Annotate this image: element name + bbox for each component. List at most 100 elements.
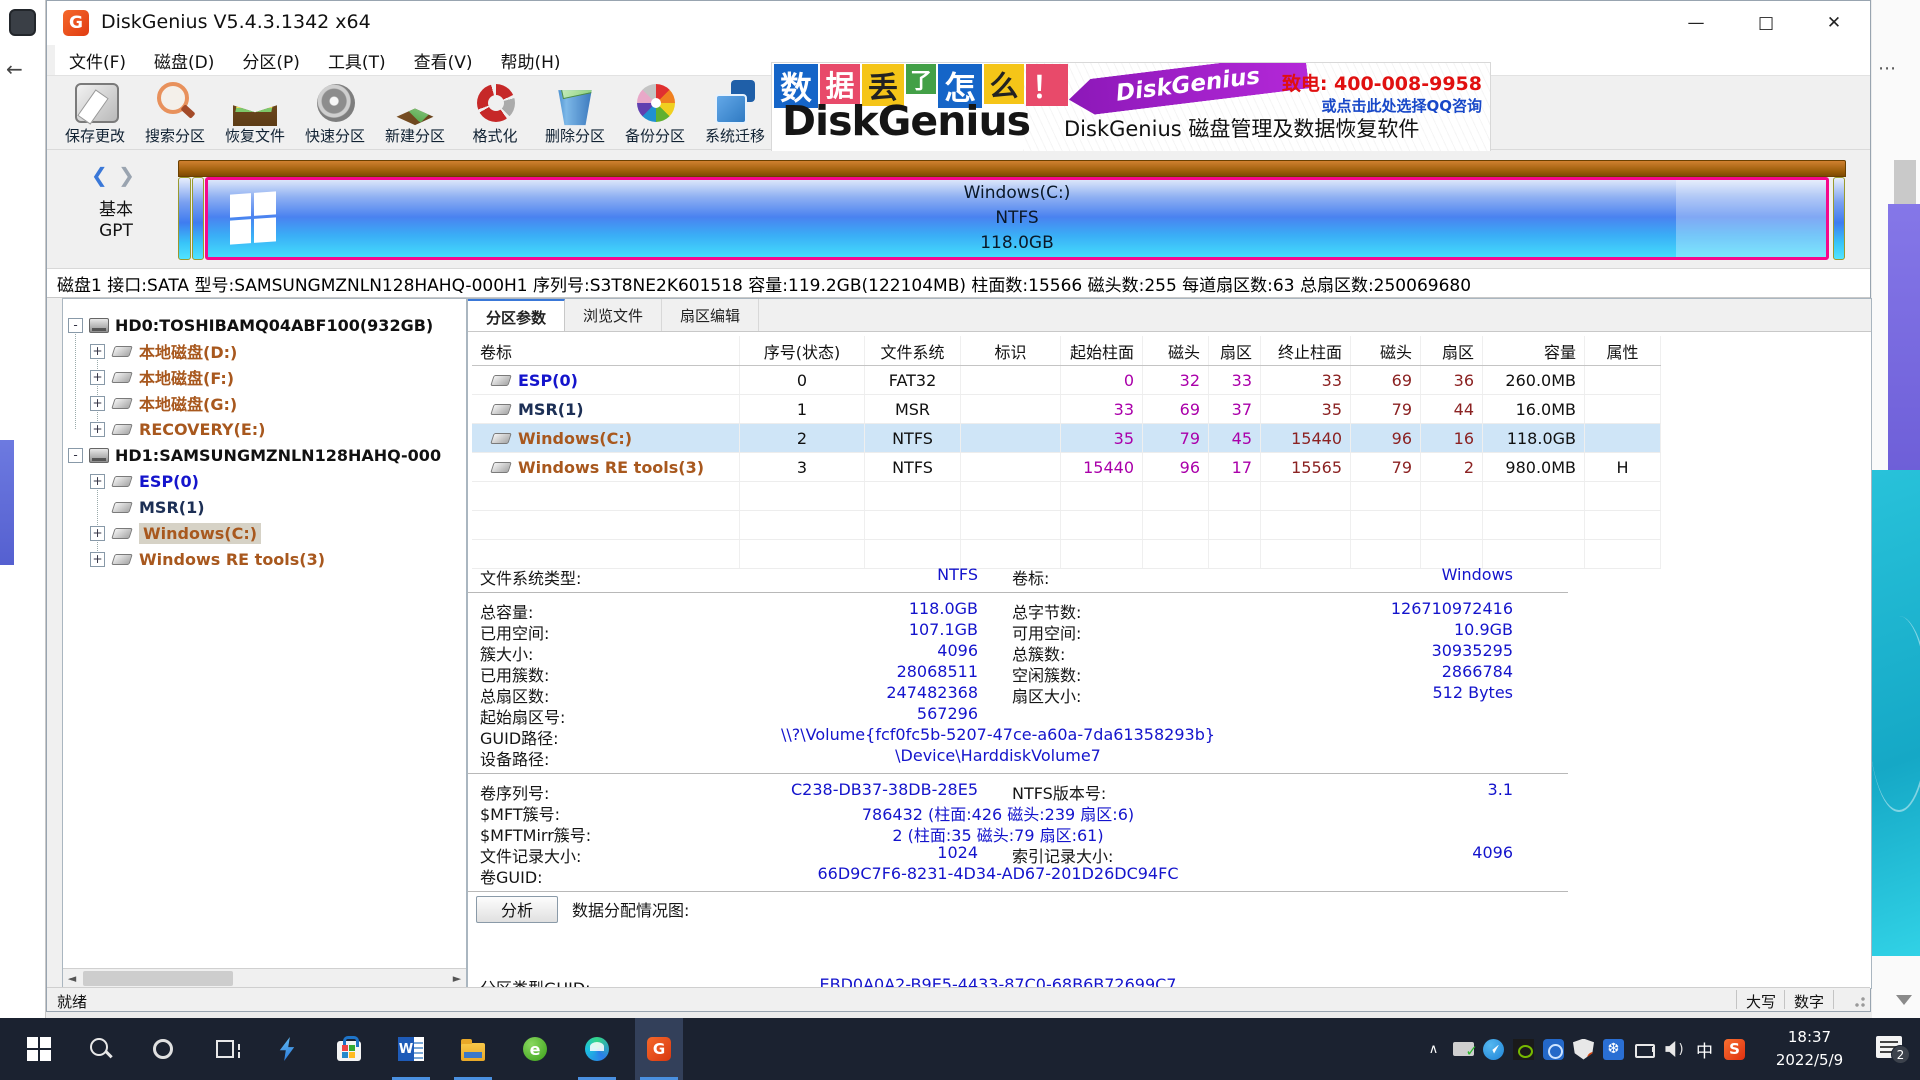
menu-item[interactable]: 查看(V) (400, 45, 487, 76)
expand-icon[interactable]: + (90, 526, 105, 541)
toolbar-button-quick-partition[interactable]: 快速分区 (295, 78, 375, 148)
disk-nav-arrows[interactable]: ❮ ❯ (91, 163, 135, 187)
column-header[interactable]: 磁头 (1143, 336, 1209, 365)
back-arrow-icon[interactable]: ← (6, 57, 23, 81)
tree-item-esp-0-[interactable]: +ESP(0) (63, 468, 466, 494)
minimize-button[interactable]: — (1667, 1, 1725, 45)
collapse-icon[interactable]: - (68, 448, 83, 463)
background-scrollbar[interactable] (1894, 160, 1916, 204)
promo-banner[interactable]: 数据丢了怎么！ DiskGenius DiskGenius 致电: 400-00… (771, 62, 1491, 152)
scroll-thumb[interactable] (83, 971, 233, 986)
snowflake-icon[interactable]: ❆ (1603, 1039, 1624, 1060)
partition-bar-esp[interactable] (178, 177, 191, 260)
taskbar-word[interactable] (387, 1018, 435, 1080)
partition-bar-msr[interactable] (192, 177, 204, 260)
toolbar-button-backup-partition[interactable]: 备份分区 (615, 78, 695, 148)
column-header[interactable]: 标识 (961, 336, 1061, 365)
disk-header-strip[interactable] (178, 160, 1846, 177)
expand-icon[interactable]: + (90, 552, 105, 567)
taskbar-browser-360[interactable]: e (511, 1018, 559, 1080)
tree-item-hd1-samsungmznln128hahq-000[interactable]: -HD1:SAMSUNGMZNLN128HAHQ-000 (63, 442, 466, 468)
column-header[interactable]: 卷标 (472, 336, 740, 365)
column-header[interactable]: 磁头 (1351, 336, 1421, 365)
prev-disk-icon[interactable]: ❮ (91, 163, 108, 187)
tree-item-msr-1-[interactable]: MSR(1) (63, 494, 466, 520)
table-row[interactable]: Windows RE tools(3)3NTFS1544096171556579… (472, 453, 1661, 482)
tree-item--d-[interactable]: +本地磁盘(D:) (63, 338, 466, 364)
column-header[interactable]: 起始柱面 (1061, 336, 1143, 365)
ime-zh-icon[interactable]: 中 (1694, 1039, 1715, 1060)
scroll-right-icon[interactable]: ► (448, 969, 466, 988)
tree-item--f-[interactable]: +本地磁盘(F:) (63, 364, 466, 390)
toolbar-button-system-migration[interactable]: 系统迁移 (695, 78, 775, 148)
taskbar-search[interactable] (77, 1018, 125, 1080)
menu-item[interactable]: 磁盘(D) (140, 45, 228, 76)
toolbar-button-search-partition[interactable]: 搜索分区 (135, 78, 215, 148)
column-header[interactable]: 属性 (1585, 336, 1661, 365)
toolbar-button-recover-files[interactable]: 恢复文件 (215, 78, 295, 148)
column-header[interactable]: 文件系统 (865, 336, 961, 365)
sogou-icon[interactable]: S (1724, 1039, 1745, 1060)
column-header[interactable]: 容量 (1483, 336, 1585, 365)
tray-expand-icon[interactable]: ∧ (1423, 1039, 1444, 1060)
tab-sector-edit[interactable]: 扇区编辑 (662, 299, 759, 331)
menu-item[interactable]: 文件(F) (55, 45, 140, 76)
defender-icon[interactable]: ✕ (1573, 1039, 1594, 1060)
expand-icon[interactable]: + (90, 422, 105, 437)
taskbar-file-explorer[interactable] (449, 1018, 497, 1080)
titlebar[interactable]: G DiskGenius V5.4.3.1342 x64 — □ ✕ (47, 1, 1870, 45)
maximize-button[interactable]: □ (1737, 1, 1795, 45)
taskbar-diskgenius[interactable]: G (635, 1018, 683, 1080)
tree-item-windows-re-tools-3-[interactable]: +Windows RE tools(3) (63, 546, 466, 572)
toolbar-button-save-changes[interactable]: 保存更改 (55, 78, 135, 148)
nvidia-icon[interactable] (1513, 1039, 1534, 1060)
tree-item-hd0-toshibamq04abf100-932gb-[interactable]: -HD0:TOSHIBAMQ04ABF100(932GB) (63, 312, 466, 338)
toolbar-button-new-partition[interactable]: 新建分区 (375, 78, 455, 148)
collapse-icon[interactable]: - (68, 318, 83, 333)
messenger-icon[interactable] (1483, 1039, 1504, 1060)
expand-icon[interactable]: + (90, 474, 105, 489)
column-header[interactable]: 终止柱面 (1261, 336, 1351, 365)
scroll-down-icon[interactable] (1896, 995, 1912, 1005)
volume-icon[interactable]: ) (1664, 1039, 1685, 1060)
expand-icon[interactable]: + (90, 370, 105, 385)
menu-item[interactable]: 分区(P) (228, 45, 314, 76)
scroll-left-icon[interactable]: ◄ (63, 969, 81, 988)
more-options-icon[interactable]: ⋯ (1878, 58, 1898, 79)
taskbar-cortana[interactable] (139, 1018, 187, 1080)
tab-browse-files[interactable]: 浏览文件 (565, 299, 662, 331)
printer-icon[interactable]: ✓ (1453, 1042, 1474, 1056)
table-row[interactable]: Windows(C:)2NTFS357945154409616118.0GB (472, 424, 1661, 453)
taskbar-clock[interactable]: 18:37 2022/5/9 (1757, 1026, 1862, 1072)
column-header[interactable]: 序号(状态) (740, 336, 865, 365)
taskbar-start[interactable] (15, 1018, 63, 1080)
column-header[interactable]: 扇区 (1209, 336, 1261, 365)
notification-center-icon[interactable]: 2 (1876, 1036, 1902, 1058)
taskbar-store[interactable] (325, 1018, 373, 1080)
close-button[interactable]: ✕ (1805, 1, 1863, 45)
taskbar-task-view[interactable] (201, 1018, 249, 1080)
table-row[interactable]: ESP(0)0FAT3203233336936260.0MB (472, 366, 1661, 395)
tree-item-recovery-e-[interactable]: +RECOVERY(E:) (63, 416, 466, 442)
menu-item[interactable]: 帮助(H) (487, 45, 575, 76)
analyze-button[interactable]: 分析 (476, 896, 558, 923)
expand-icon[interactable]: + (90, 396, 105, 411)
taskbar-flash-app[interactable] (263, 1018, 311, 1080)
table-row[interactable]: MSR(1)1MSR33693735794416.0MB (472, 395, 1661, 424)
resize-grip[interactable] (1850, 992, 1866, 1008)
tree-item-windows-c-[interactable]: +Windows(C:) (63, 520, 466, 546)
tree-item--g-[interactable]: +本地磁盘(G:) (63, 390, 466, 416)
partition-bar-windows-c[interactable]: Windows(C:) NTFS 118.0GB (205, 177, 1829, 260)
tab-partition-params[interactable]: 分区参数 (468, 299, 565, 331)
partition-bar-re-tools[interactable] (1833, 177, 1845, 260)
power-icon[interactable] (1633, 1039, 1655, 1060)
tree-horizontal-scrollbar[interactable]: ◄ ► (63, 968, 466, 988)
expand-icon[interactable]: + (90, 344, 105, 359)
taskbar-edge[interactable] (573, 1018, 621, 1080)
toolbar-button-format[interactable]: 格式化 (455, 78, 535, 148)
next-disk-icon[interactable]: ❯ (118, 163, 135, 187)
intel-graphics-icon[interactable] (1543, 1039, 1564, 1060)
menu-item[interactable]: 工具(T) (314, 45, 400, 76)
column-header[interactable]: 扇区 (1421, 336, 1483, 365)
toolbar-button-delete-partition[interactable]: 删除分区 (535, 78, 615, 148)
